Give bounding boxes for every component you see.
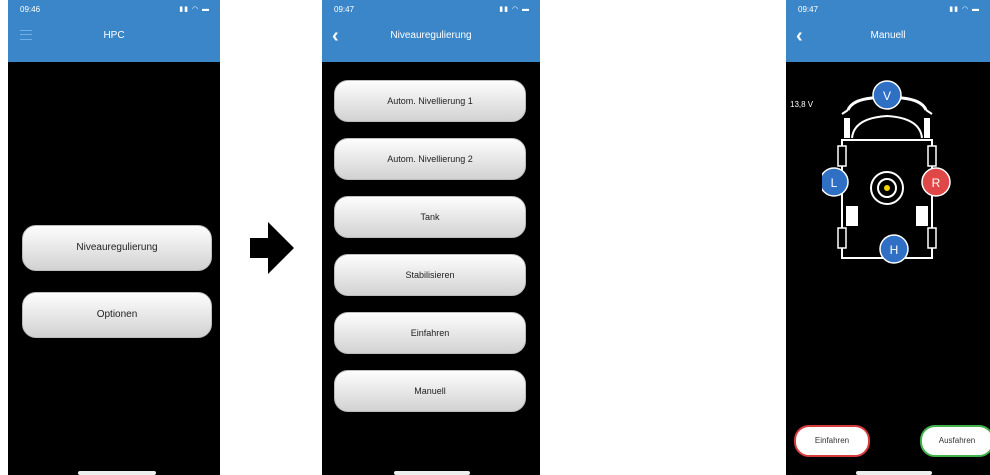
status-icons: ▮▮ ◠ ▬ (499, 5, 530, 13)
battery-icon: ▬ (972, 6, 980, 13)
home-indicator (394, 471, 470, 475)
signal-icon: ▮▮ (949, 6, 959, 13)
wifi-icon: ◠ (511, 6, 520, 13)
wheel-rear-right (927, 227, 937, 249)
leg-right-button[interactable]: R (921, 167, 951, 197)
nav-bar: HPC (8, 22, 220, 62)
cab-dash (851, 114, 923, 139)
leg-front-button[interactable]: V (872, 80, 902, 110)
leg-left-label: L (831, 176, 838, 190)
niveauregulierung-button[interactable]: Niveauregulierung (22, 225, 212, 271)
phone-screen-niveauregulierung: 09:47 ▮▮ ◠ ▬ ‹ Niveauregulierung Autom. … (322, 0, 540, 475)
manual-button[interactable]: Manuell (334, 370, 526, 412)
phone-screen-manuell: 09:47 ▮▮ ◠ ▬ ‹ Manuell 13,8 V V L R H Ei… (786, 0, 990, 475)
leg-front-label: V (883, 89, 891, 103)
level-bubble (884, 185, 890, 191)
auto-level-2-button[interactable]: Autom. Nivellierung 2 (334, 138, 526, 180)
page-title: HPC (103, 30, 125, 41)
extend-button[interactable]: Ausfahren (920, 425, 990, 457)
nav-bar: ‹ Manuell (786, 22, 990, 62)
page-title: Niveauregulierung (390, 30, 472, 41)
status-icons: ▮▮ ◠ ▬ (179, 5, 210, 13)
status-bar: 09:46 ▮▮ ◠ ▬ (8, 0, 220, 22)
home-indicator (78, 471, 156, 475)
optionen-button[interactable]: Optionen (22, 292, 212, 338)
status-time: 09:47 (334, 5, 355, 14)
wheel-front-right (927, 145, 937, 167)
rear-left-block (846, 206, 858, 226)
wifi-icon: ◠ (961, 6, 970, 13)
leg-rear-button[interactable]: H (879, 234, 909, 264)
vehicle-diagram: V L R H (822, 80, 951, 264)
nav-bar: ‹ Niveauregulierung (322, 22, 540, 62)
retract-button[interactable]: Einfahren (334, 312, 526, 354)
status-bar: 09:47 ▮▮ ◠ ▬ (786, 0, 990, 22)
phone-screen-main: 09:46 ▮▮ ◠ ▬ HPC Niveauregulierung Optio… (8, 0, 220, 475)
home-indicator (856, 471, 932, 475)
tank-button[interactable]: Tank (334, 196, 526, 238)
stabilize-button[interactable]: Stabilisieren (334, 254, 526, 296)
status-bar: 09:47 ▮▮ ◠ ▬ (322, 0, 540, 22)
leg-rear-label: H (890, 243, 899, 257)
status-time: 09:46 (20, 5, 41, 14)
wifi-icon: ◠ (191, 6, 200, 13)
signal-icon: ▮▮ (499, 6, 509, 13)
signal-icon: ▮▮ (179, 6, 189, 13)
status-time: 09:47 (798, 5, 819, 14)
retract-button[interactable]: Einfahren (794, 425, 870, 457)
cab-mirrors (841, 109, 933, 115)
wheel-front-left (837, 145, 847, 167)
voltage-readout: 13,8 V (790, 100, 814, 109)
battery-icon: ▬ (202, 6, 210, 13)
wheel-rear-left (837, 227, 847, 249)
front-right-block (924, 118, 930, 138)
leg-right-label: R (932, 176, 941, 190)
leg-left-button[interactable]: L (822, 167, 849, 197)
front-left-block (844, 118, 850, 138)
rear-right-block (916, 206, 928, 226)
battery-icon: ▬ (522, 6, 530, 13)
auto-level-1-button[interactable]: Autom. Nivellierung 1 (334, 80, 526, 122)
arrow-right-icon (250, 222, 294, 274)
status-icons: ▮▮ ◠ ▬ (949, 5, 980, 13)
page-title: Manuell (870, 30, 906, 41)
